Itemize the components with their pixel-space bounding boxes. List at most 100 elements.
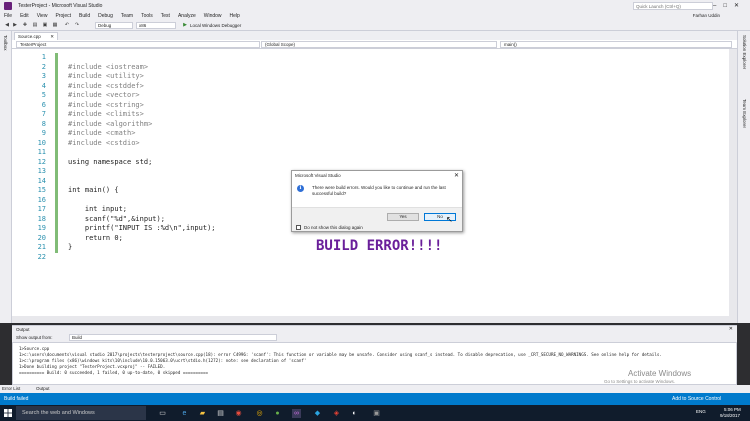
app4-icon[interactable]: ◈: [332, 409, 341, 418]
code-line[interactable]: 1: [12, 53, 712, 63]
back-icon[interactable]: ◀: [4, 22, 10, 28]
menu-project[interactable]: Project: [51, 12, 75, 20]
clock-time[interactable]: 5:06 PM: [724, 407, 741, 412]
line-number: 14: [37, 176, 46, 185]
menu-tools[interactable]: Tools: [137, 12, 157, 20]
output-toolbar: Show output from: Build: [12, 333, 737, 342]
app5-icon[interactable]: ◐: [350, 409, 359, 418]
line-text: #include <vector>: [68, 91, 140, 99]
line-number: 8: [41, 119, 46, 128]
code-line[interactable]: 10 #include <cstdio>: [12, 139, 712, 149]
menu-analyze[interactable]: Analyze: [174, 12, 200, 20]
line-number: 21: [37, 243, 46, 251]
dialog-close-icon[interactable]: ✕: [454, 172, 459, 179]
code-line[interactable]: 9 #include <cmath>: [12, 129, 712, 139]
project-dropdown[interactable]: TesterProject: [16, 41, 260, 48]
app2-icon[interactable]: ●: [273, 409, 282, 418]
app6-icon[interactable]: ▣: [372, 409, 381, 418]
menu-team[interactable]: Team: [117, 12, 137, 20]
title-bar: TesterProject - Microsoft Visual Studio …: [0, 0, 750, 12]
line-text: int input;: [68, 205, 128, 213]
navigation-bar: TesterProject (Global Scope) main(): [12, 40, 737, 49]
windows-start-icon[interactable]: [4, 409, 12, 417]
line-text: #include <cstddef>: [68, 81, 144, 90]
window-controls[interactable]: –□✕: [713, 2, 746, 9]
source-control-button[interactable]: Add to Source Control: [672, 396, 721, 402]
store-icon[interactable]: ▤: [216, 409, 225, 418]
code-line[interactable]: 3 #include <utility>: [12, 72, 712, 82]
window-title: TesterProject - Microsoft Visual Studio: [18, 3, 103, 9]
solution-explorer-tab[interactable]: Solution Explorer: [742, 35, 747, 69]
save-all-icon[interactable]: ▦: [52, 22, 58, 28]
platform-select[interactable]: x86: [136, 22, 176, 29]
function-dropdown[interactable]: main(): [500, 41, 732, 48]
document-tab-strip: Source.cpp ✕: [12, 31, 737, 40]
taskbar-search[interactable]: Search the web and Windows: [16, 406, 146, 420]
tab-error-list[interactable]: Error List: [2, 386, 20, 391]
toolbar: ◀ ▶ ✚ ▤ ▣ ▦ ↶ ↷ Debug x86 ▶ Local Window…: [0, 20, 750, 31]
code-line[interactable]: 7 #include <climits>: [12, 110, 712, 120]
line-number: 12: [37, 157, 46, 166]
windows-taskbar: Search the web and Windows ▭ e ▰ ▤ ◉ ◎ ●…: [0, 405, 750, 421]
editor-vertical-scrollbar[interactable]: [729, 49, 737, 323]
user-name[interactable]: Farhan Uddin: [693, 13, 720, 18]
yes-button[interactable]: Yes: [387, 213, 419, 221]
code-line[interactable]: 6 #include <cstring>: [12, 101, 712, 111]
new-project-icon[interactable]: ✚: [22, 22, 28, 28]
redo-icon[interactable]: ↷: [74, 22, 80, 28]
status-text: Build failed: [4, 396, 29, 402]
code-line[interactable]: 2 #include <iostream>: [12, 63, 712, 73]
menu-file[interactable]: File: [0, 12, 16, 20]
menu-test[interactable]: Test: [157, 12, 174, 20]
menu-edit[interactable]: Edit: [16, 12, 33, 20]
start-debug-icon[interactable]: ▶: [182, 22, 188, 28]
edge-icon[interactable]: e: [180, 409, 189, 418]
code-line[interactable]: 8 #include <algorithm>: [12, 120, 712, 130]
save-icon[interactable]: ▣: [42, 22, 48, 28]
code-line[interactable]: 5 #include <vector>: [12, 91, 712, 101]
language-indicator[interactable]: ENG: [696, 409, 706, 414]
config-select[interactable]: Debug: [95, 22, 133, 29]
output-source-select[interactable]: Build: [69, 334, 277, 341]
quick-launch-input[interactable]: Quick Launch (Ctrl+Q): [633, 2, 713, 10]
app-icon[interactable]: ◉: [234, 409, 243, 418]
line-number: 11: [37, 148, 46, 156]
team-explorer-tab[interactable]: Team Explorer: [742, 99, 747, 128]
visual-studio-icon[interactable]: ∞: [292, 409, 301, 418]
clock-date[interactable]: 9/18/2017: [720, 413, 740, 418]
line-text: #include <cmath>: [68, 129, 136, 137]
code-line[interactable]: 11: [12, 148, 712, 158]
task-view-icon[interactable]: ▭: [158, 409, 167, 418]
show-output-label: Show output from:: [16, 335, 53, 340]
line-number: 2: [41, 62, 46, 71]
line-text: return 0;: [68, 233, 123, 242]
menu-bar: File Edit View Project Build Debug Team Tools Te…: [0, 12, 750, 20]
forward-icon[interactable]: ▶: [12, 22, 18, 28]
open-icon[interactable]: ▤: [32, 22, 38, 28]
line-number: 22: [37, 252, 46, 261]
menu-debug[interactable]: Debug: [94, 12, 117, 20]
code-line[interactable]: 4 #include <cstddef>: [12, 82, 712, 92]
bottom-tabs: Error List Output: [0, 385, 750, 393]
line-number: 10: [37, 138, 46, 147]
tab-source-cpp[interactable]: Source.cpp ✕: [14, 32, 58, 40]
menu-view[interactable]: View: [33, 12, 52, 20]
tab-output[interactable]: Output: [36, 386, 50, 391]
menu-build[interactable]: Build: [75, 12, 94, 20]
scope-dropdown[interactable]: (Global Scope): [261, 41, 497, 48]
chrome-icon[interactable]: ◎: [255, 409, 264, 418]
dont-show-checkbox[interactable]: [296, 225, 301, 230]
app3-icon[interactable]: ◆: [313, 409, 322, 418]
toolbox-tab[interactable]: Toolbox: [3, 35, 8, 51]
undo-icon[interactable]: ↶: [64, 22, 70, 28]
dont-show-label: Do not show this dialog again: [304, 225, 363, 230]
file-explorer-icon[interactable]: ▰: [198, 409, 207, 418]
debugger-button[interactable]: Local Windows Debugger: [190, 23, 241, 28]
tab-label: Source.cpp: [18, 34, 41, 39]
menu-help[interactable]: Help: [226, 12, 244, 20]
editor-horizontal-scrollbar[interactable]: [12, 316, 729, 323]
menu-window[interactable]: Window: [200, 12, 226, 20]
code-line[interactable]: 12 using namespace std;: [12, 158, 712, 168]
panel-close-icon[interactable]: ✕: [729, 326, 733, 332]
line-text: printf("INPUT IS :%d\n",input);: [68, 224, 216, 232]
